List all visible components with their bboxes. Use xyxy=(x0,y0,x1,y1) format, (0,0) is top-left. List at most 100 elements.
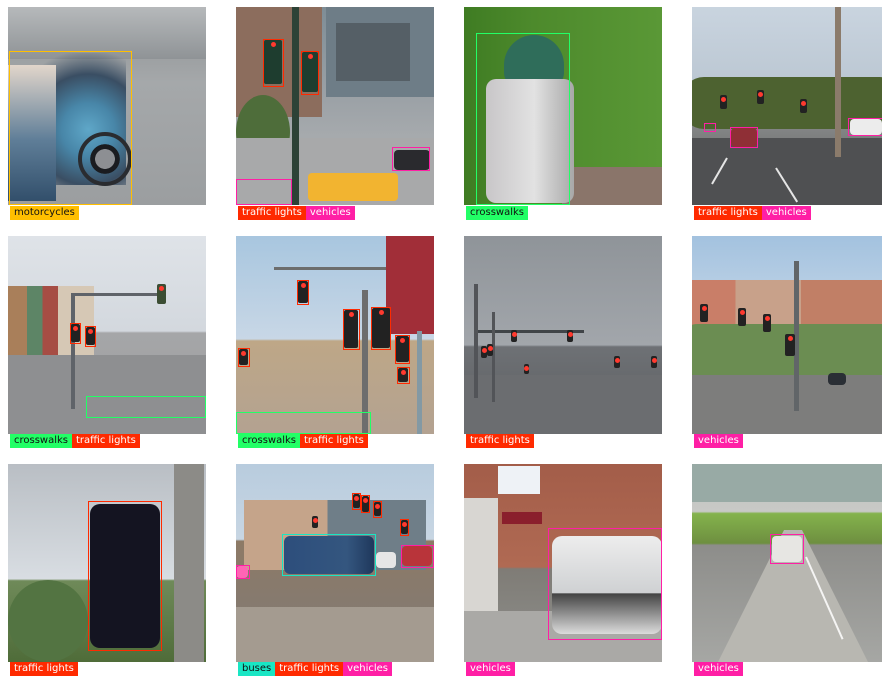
image-tile-11[interactable] xyxy=(464,464,662,662)
image-tile-4[interactable] xyxy=(692,7,882,205)
image-tile-12[interactable] xyxy=(692,464,882,662)
traffic-light xyxy=(614,356,620,368)
label-traffic-lights: traffic lights xyxy=(275,662,344,676)
label-traffic-lights: traffic lights xyxy=(466,434,534,448)
signal-pole xyxy=(71,293,75,409)
image-tile-7[interactable] xyxy=(464,236,662,434)
tile-3-labels: crosswalks xyxy=(466,206,529,220)
utility-pole xyxy=(835,7,841,157)
image-tile-10[interactable] xyxy=(236,464,434,662)
vehicle-box xyxy=(401,545,434,568)
traffic-light xyxy=(651,356,657,368)
vehicle-box xyxy=(848,118,882,136)
traffic-light xyxy=(312,516,318,528)
traffic-light-box xyxy=(297,280,309,305)
traffic-light-box xyxy=(301,51,319,95)
label-crosswalks: crosswalks xyxy=(466,206,529,220)
label-traffic-lights: traffic lights xyxy=(300,434,368,448)
tile-5-labels: crosswalks traffic lights xyxy=(10,434,140,448)
traffic-light-box xyxy=(343,309,360,350)
vehicle-box xyxy=(730,127,758,148)
tile-1-labels: motorcycles xyxy=(10,206,79,220)
image-tile-2[interactable] xyxy=(236,7,434,205)
tile-8-labels: vehicles xyxy=(694,434,743,448)
label-vehicles: vehicles xyxy=(761,206,811,220)
traffic-light xyxy=(700,304,708,322)
signal-pole xyxy=(492,312,495,402)
tile-6-labels: crosswalks traffic lights xyxy=(238,434,368,448)
traffic-light xyxy=(487,344,493,356)
image-tile-1[interactable] xyxy=(8,7,206,205)
traffic-light xyxy=(800,99,807,113)
vehicle-box xyxy=(392,147,430,171)
garage xyxy=(464,498,498,626)
signal-arm xyxy=(74,293,162,296)
label-vehicles: vehicles xyxy=(466,662,515,676)
label-buses: buses xyxy=(238,662,276,676)
dark-car xyxy=(828,373,846,385)
traffic-light xyxy=(524,364,529,374)
traffic-light xyxy=(720,95,727,109)
signal-pole xyxy=(474,284,478,398)
traffic-light-box xyxy=(395,335,410,364)
tile-4-labels: traffic lights vehicles xyxy=(694,206,811,220)
traffic-light-box xyxy=(85,326,96,347)
taxi xyxy=(308,173,398,201)
label-vehicles: vehicles xyxy=(694,434,743,448)
road xyxy=(692,137,882,205)
bus-box xyxy=(282,534,376,576)
label-vehicles: vehicles xyxy=(694,662,743,676)
window xyxy=(498,466,540,494)
traffic-light xyxy=(511,330,517,342)
image-tile-8[interactable] xyxy=(692,236,882,434)
label-motorcycles: motorcycles xyxy=(10,206,79,220)
motorcycle-box xyxy=(9,51,132,205)
tile-10-labels: buses traffic lights vehicles xyxy=(238,662,392,676)
traffic-light xyxy=(567,330,573,342)
traffic-light xyxy=(757,90,764,104)
vehicle-box xyxy=(770,534,804,564)
vehicle-box xyxy=(236,179,292,205)
road xyxy=(692,374,882,434)
awning xyxy=(502,512,542,524)
traffic-light-box xyxy=(352,493,361,510)
vehicle-box xyxy=(548,528,662,640)
crosswalk-box xyxy=(476,33,570,205)
label-crosswalks: crosswalks xyxy=(10,434,73,448)
label-traffic-lights: traffic lights xyxy=(694,206,762,220)
traffic-light-box xyxy=(238,348,250,367)
label-traffic-lights: traffic lights xyxy=(72,434,140,448)
overpass xyxy=(692,464,882,502)
crosswalk-box xyxy=(86,396,206,418)
road xyxy=(236,606,434,662)
traffic-light-box xyxy=(373,501,382,518)
label-vehicles: vehicles xyxy=(343,662,392,676)
traffic-light xyxy=(785,334,795,356)
signal-pole xyxy=(174,464,204,662)
window xyxy=(336,23,410,81)
signal-pole xyxy=(292,7,299,205)
tile-2-labels: traffic lights vehicles xyxy=(238,206,355,220)
image-tile-9[interactable] xyxy=(8,464,206,662)
signal-arm xyxy=(274,267,386,270)
signal-pole xyxy=(417,331,422,434)
label-vehicles: vehicles xyxy=(305,206,355,220)
traffic-light-box xyxy=(371,307,391,350)
traffic-light xyxy=(763,314,771,332)
soil xyxy=(562,167,662,205)
image-tile-6[interactable] xyxy=(236,236,434,434)
traffic-light xyxy=(157,284,166,304)
traffic-light-box xyxy=(400,519,409,536)
image-tile-5[interactable] xyxy=(8,236,206,434)
vehicle-box xyxy=(236,565,250,579)
sign-panel xyxy=(386,236,434,334)
traffic-light-box xyxy=(397,367,410,384)
label-traffic-lights: traffic lights xyxy=(238,206,306,220)
tile-11-labels: vehicles xyxy=(466,662,515,676)
vehicle-box xyxy=(704,123,716,132)
image-tile-3[interactable] xyxy=(464,7,662,205)
label-crosswalks: crosswalks xyxy=(238,434,301,448)
tile-12-labels: vehicles xyxy=(694,662,743,676)
traffic-light xyxy=(738,308,746,326)
tile-7-labels: traffic lights xyxy=(466,434,534,448)
